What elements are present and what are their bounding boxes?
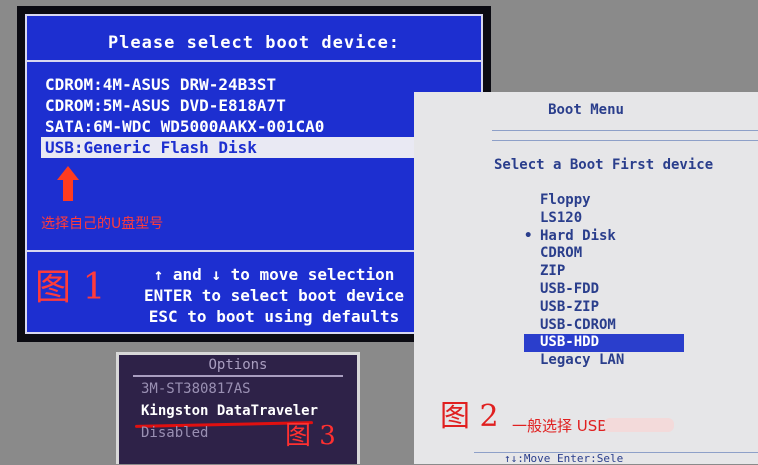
boot-menu-item[interactable]: CDROM (524, 245, 684, 263)
boot-menu-item[interactable]: ZIP (524, 263, 684, 281)
boot-device-item[interactable]: CDROM:4M-ASUS DRW-24B3ST (41, 74, 467, 95)
boot-menu-footer: ↑↓:Move Enter:Sele (504, 452, 624, 465)
option-item[interactable]: Disabled (141, 425, 208, 441)
boot-menu-item-label: Hard Disk (540, 227, 616, 244)
boot-menu-item-label: USB-HDD (540, 334, 600, 351)
boot-menu-item-label: CDROM (540, 245, 583, 262)
boot-menu-item-label: Floppy (540, 192, 591, 208)
boot-device-item[interactable]: SATA:6M-WDC WD5000AAKX-001CA0 (41, 116, 467, 137)
boot-menu-item-label: USB-CDROM (540, 316, 616, 333)
boot-menu-item-label: ZIP (540, 263, 566, 280)
boot-menu-item[interactable]: Floppy (524, 192, 684, 210)
boot-menu-item[interactable]: USB-CDROM (524, 317, 684, 335)
boot-device-title: Please select boot device: (27, 26, 481, 62)
boot-menu-item-selected[interactable]: USB-HDD (524, 334, 684, 353)
divider (492, 130, 758, 131)
annotation-note: 选择自己的U盘型号 (41, 216, 164, 232)
figure-label: 图 1 (35, 267, 106, 308)
boot-menu-item-label: USB-FDD (540, 280, 600, 297)
boot-menu-list: Floppy LS120 • Hard Disk CDROM ZIP USB-FD… (524, 192, 684, 370)
boot-menu-item-label: USB-ZIP (540, 298, 600, 315)
divider (133, 375, 343, 377)
divider (492, 140, 758, 141)
watermark-blur (604, 418, 674, 432)
boot-menu-item[interactable]: Legacy LAN (524, 352, 684, 370)
figure-label: 图 2 (440, 399, 499, 434)
boot-menu-item[interactable]: LS120 (524, 210, 684, 228)
figure-label: 图 3 (285, 421, 336, 451)
boot-menu-prompt: Select a Boot First device (494, 157, 714, 173)
options-title: Options (208, 357, 268, 373)
boot-menu-item[interactable]: USB-FDD (524, 281, 684, 299)
boot-menu-item-label: LS120 (540, 209, 583, 226)
boot-device-item[interactable]: CDROM:5M-ASUS DVD-E818A7T (41, 95, 467, 116)
boot-device-item-selected[interactable]: USB:Generic Flash Disk (41, 137, 467, 158)
boot-menu-item[interactable]: • Hard Disk (524, 228, 684, 246)
option-item-selected[interactable]: Kingston DataTraveler (141, 403, 318, 419)
bullet-icon: • (524, 227, 533, 244)
boot-menu-panel: Boot Menu Select a Boot First device Flo… (414, 92, 758, 465)
option-item[interactable]: 3M-ST380817AS (141, 381, 251, 397)
boot-device-list: CDROM:4M-ASUS DRW-24B3ST CDROM:5M-ASUS D… (41, 74, 467, 158)
boot-menu-item-label: Legacy LAN (540, 352, 625, 369)
boot-menu-item[interactable]: USB-ZIP (524, 299, 684, 317)
boot-menu-title: Boot Menu (548, 102, 624, 118)
options-panel: Options 3M-ST380817AS Kingston DataTrave… (116, 352, 360, 464)
